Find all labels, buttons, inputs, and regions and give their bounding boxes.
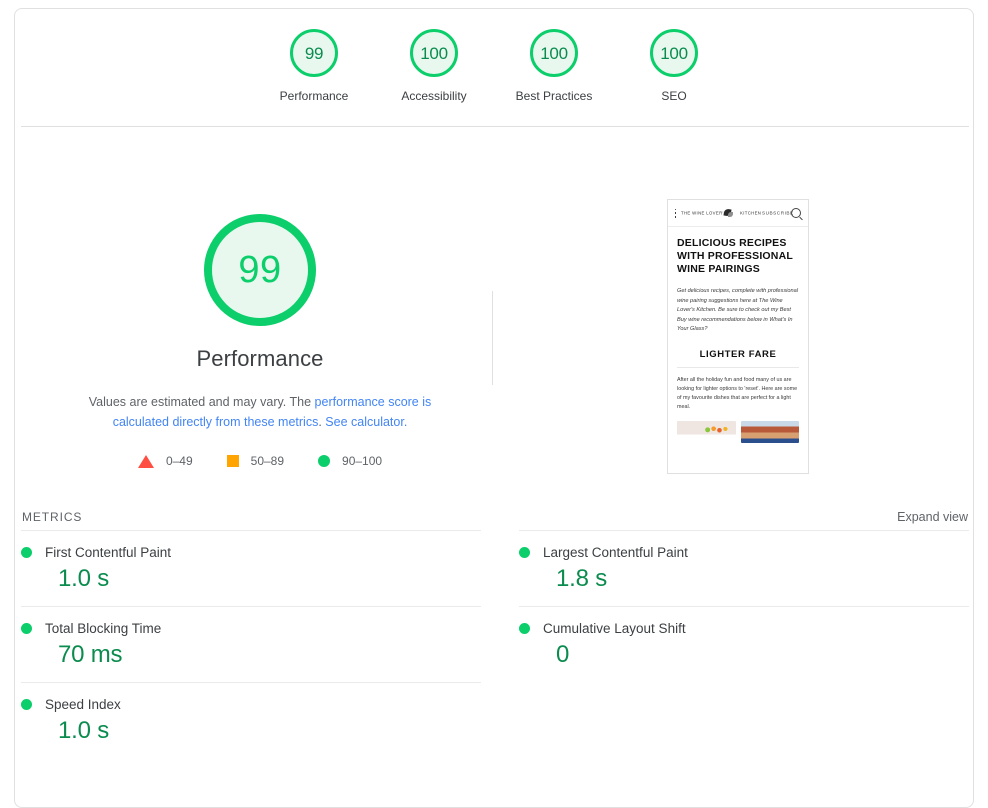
metric-label: Speed Index: [45, 697, 121, 712]
legend-label-average: 50–89: [250, 454, 285, 468]
metric-value: 70 ms: [58, 641, 123, 668]
score-label-best-practices: Best Practices: [515, 89, 593, 103]
thumbnail-image-1: [677, 420, 736, 443]
legend-item-fail: 0–49: [137, 454, 193, 468]
metric-row-speed-index[interactable]: Speed Index 1.0 s: [21, 682, 481, 758]
metrics-header: METRICS Expand view: [21, 504, 969, 530]
thumbnail-paragraph-2: After all the holiday fun and food many …: [677, 376, 798, 410]
status-dot-pass-icon: [21, 699, 32, 710]
gauge-value-seo: 100: [660, 43, 688, 63]
see-calculator-link[interactable]: See calculator.: [325, 415, 407, 429]
thumbnail-rule: [677, 366, 799, 368]
score-label-accessibility: Accessibility: [401, 89, 467, 103]
leaf-logo-icon: [723, 208, 735, 218]
metric-row-first-contentful-paint[interactable]: First Contentful Paint 1.0 s: [21, 530, 481, 606]
legend-label-pass: 90–100: [342, 454, 383, 468]
thumbnail-subscribe: SUBSCRIBE: [761, 210, 794, 216]
performance-title: Performance: [196, 346, 324, 371]
thumbnail-site-header: THE WINE LOVER'S KITCHEN SUBSCRIBE: [668, 200, 808, 227]
section-divider: [21, 126, 969, 127]
metrics-column-right: Largest Contentful Paint 1.8 s Cumulativ…: [495, 530, 969, 758]
status-dot-pass-icon: [21, 623, 32, 634]
description-text-1: Values are estimated and may vary. The: [88, 395, 315, 409]
score-label-performance: Performance: [279, 89, 349, 103]
metrics-grid: First Contentful Paint 1.0 s Total Block…: [21, 530, 969, 758]
metric-value: 0: [556, 641, 570, 668]
square-icon: [226, 455, 239, 467]
thumbnail-brand-2: KITCHEN: [739, 210, 761, 216]
search-icon: [791, 208, 801, 218]
lighthouse-report-card: 99 Performance 100 Accessibility 100 Bes…: [14, 8, 974, 808]
score-gauge-performance[interactable]: 99 Performance: [254, 9, 374, 103]
thumbnail-heading: DELICIOUS RECIPES WITH PROFESSIONAL WINE…: [677, 237, 793, 275]
gauge-circle-best-practices: 100: [530, 29, 578, 77]
performance-score-block: 99 Performance Values are estimated and …: [21, 214, 499, 468]
page-screenshot-thumbnail: THE WINE LOVER'S KITCHEN SUBSCRIBE DELIC…: [667, 199, 809, 474]
score-label-seo: SEO: [661, 89, 687, 103]
score-gauge-accessibility[interactable]: 100 Accessibility: [374, 9, 494, 103]
legend-item-average: 50–89: [226, 454, 285, 468]
metric-value: 1.0 s: [58, 717, 110, 744]
gauge-value-best-practices: 100: [540, 43, 568, 63]
score-summary-strip: 99 Performance 100 Accessibility 100 Bes…: [15, 9, 973, 126]
metric-row-largest-contentful-paint[interactable]: Largest Contentful Paint 1.8 s: [519, 530, 969, 606]
score-gauge-seo[interactable]: 100 SEO: [614, 9, 734, 103]
performance-gauge-value: 99: [238, 249, 282, 291]
gauge-circle-performance: 99: [290, 29, 338, 77]
metric-value: 1.0 s: [58, 565, 110, 592]
status-dot-pass-icon: [519, 623, 530, 634]
gauge-circle-accessibility: 100: [410, 29, 458, 77]
metric-name-row: Total Blocking Time: [21, 621, 481, 636]
metrics-column-left: First Contentful Paint 1.0 s Total Block…: [21, 530, 495, 758]
performance-gauge-large: 99: [204, 214, 316, 326]
thumbnail-section-heading: LIGHTER FARE: [699, 348, 777, 360]
thumbnail-image-2: [740, 420, 799, 443]
thumbnail-paragraph: Get delicious recipes, complete with pro…: [677, 288, 798, 332]
triangle-icon: [137, 454, 154, 468]
legend-item-pass: 90–100: [318, 454, 382, 468]
metric-label: Cumulative Layout Shift: [543, 621, 686, 636]
score-legend: 0–49 50–89 90–100: [137, 454, 382, 468]
status-dot-pass-icon: [21, 547, 32, 558]
thumbnail-body: DELICIOUS RECIPES WITH PROFESSIONAL WINE…: [668, 227, 808, 443]
metrics-title: METRICS: [22, 510, 83, 524]
metric-label: Total Blocking Time: [45, 621, 162, 636]
metric-name-row: Cumulative Layout Shift: [519, 621, 969, 636]
gauge-value-performance: 99: [304, 43, 324, 63]
metric-row-cumulative-layout-shift[interactable]: Cumulative Layout Shift 0: [519, 606, 969, 682]
metric-value: 1.8 s: [556, 565, 608, 592]
metric-name-row: Speed Index: [21, 697, 481, 712]
metric-label: Largest Contentful Paint: [543, 545, 688, 560]
thumbnail-brand: THE WINE LOVER'S: [680, 210, 727, 216]
metric-row-total-blocking-time[interactable]: Total Blocking Time 70 ms: [21, 606, 481, 682]
performance-description: Values are estimated and may vary. The p…: [60, 392, 460, 432]
circle-icon: [318, 455, 331, 467]
hamburger-icon: [675, 208, 676, 218]
legend-label-fail: 0–49: [165, 454, 193, 468]
vertical-divider: [492, 291, 493, 385]
metric-name-row: First Contentful Paint: [21, 545, 481, 560]
gauge-value-accessibility: 100: [420, 43, 448, 63]
score-gauge-best-practices[interactable]: 100 Best Practices: [494, 9, 614, 103]
thumbnail-image-row: [677, 420, 799, 443]
metric-label: First Contentful Paint: [45, 545, 172, 560]
gauge-circle-seo: 100: [650, 29, 698, 77]
metric-name-row: Largest Contentful Paint: [519, 545, 969, 560]
status-dot-pass-icon: [519, 547, 530, 558]
expand-view-button[interactable]: Expand view: [897, 510, 968, 524]
